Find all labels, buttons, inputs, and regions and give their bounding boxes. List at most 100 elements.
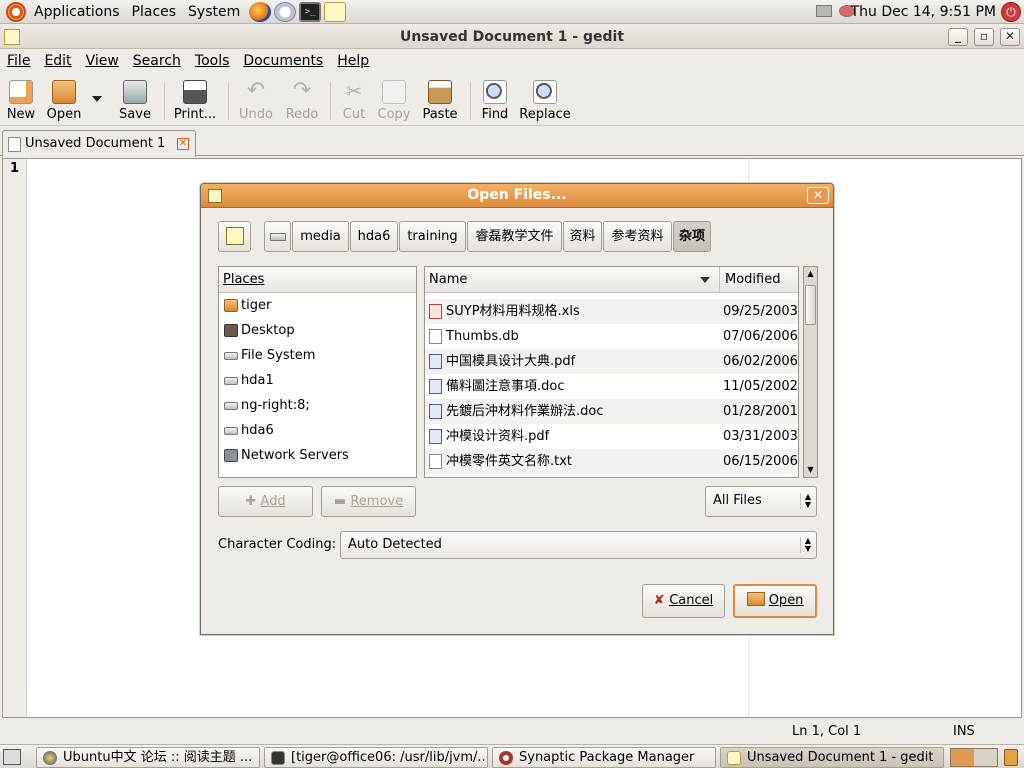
file-row[interactable]: 先鍍后沖材料作業辦法.doc 01/28/2001: [425, 399, 798, 424]
new-button[interactable]: New: [4, 74, 38, 124]
file-row[interactable]: 備料圖注意事項.doc 11/05/2002: [425, 374, 798, 399]
scroll-up-icon[interactable]: ▲: [805, 268, 816, 280]
window-titlebar[interactable]: Unsaved Document 1 - gedit _ ▫ ✕: [0, 25, 1024, 49]
text-file-icon: [429, 454, 442, 469]
character-coding-label: Character Coding:: [218, 537, 337, 552]
close-window-button[interactable]: ✕: [1000, 28, 1020, 46]
clipboard-icon: [428, 80, 452, 104]
breadcrumb-cankao-ziliao[interactable]: 参考资料: [603, 221, 672, 252]
maximize-button[interactable]: ▫: [974, 28, 994, 46]
place-tiger[interactable]: tiger: [219, 293, 416, 318]
menu-edit[interactable]: Edit: [37, 53, 78, 69]
text-editor-launcher-icon[interactable]: [324, 1, 347, 22]
file-filter-select[interactable]: All Files ▲ ▼: [705, 486, 817, 517]
printer-icon: [183, 80, 207, 104]
taskbar-item-gedit[interactable]: Unsaved Document 1 - gedit: [720, 747, 944, 768]
pdf-file-icon: [429, 354, 442, 369]
file-row[interactable]: SUYP材料用料规格.xls 09/25/2003: [425, 299, 798, 324]
file-list-scrollbar[interactable]: ▲ ▼: [803, 266, 818, 478]
minimize-button[interactable]: _: [948, 28, 968, 46]
modified-column-header[interactable]: Modified: [719, 267, 799, 293]
file-row[interactable]: Thumbs.db 07/06/2006: [425, 324, 798, 349]
top-panel: Applications Places System >_ Thu Dec 14…: [0, 0, 1024, 24]
places-menu[interactable]: Places: [126, 4, 183, 20]
network-tray-icon[interactable]: [816, 5, 832, 17]
show-desktop-icon[interactable]: [3, 749, 21, 765]
character-coding-select[interactable]: Auto Detected ▲ ▼: [340, 531, 817, 559]
breadcrumb-ruilei-teaching[interactable]: 睿磊教学文件: [467, 221, 562, 252]
menu-documents[interactable]: Documents: [236, 53, 330, 69]
menu-file[interactable]: File: [0, 53, 37, 69]
remove-bookmark-button[interactable]: ▬ Remove: [321, 486, 416, 517]
place-hda1[interactable]: hda1: [219, 368, 416, 393]
place-file-system[interactable]: File System: [219, 343, 416, 368]
paste-button[interactable]: Paste: [418, 74, 462, 124]
firefox-launcher-icon[interactable]: [249, 1, 272, 22]
power-icon[interactable]: ⏻: [1001, 2, 1021, 22]
scroll-down-icon[interactable]: ▼: [805, 464, 816, 476]
find-button[interactable]: Find: [478, 74, 512, 124]
breadcrumb-zaxiang-current[interactable]: 杂项: [673, 221, 711, 252]
new-document-icon: [9, 80, 33, 104]
breadcrumb-root-drive[interactable]: [264, 221, 291, 252]
terminal-launcher-icon[interactable]: >_: [299, 1, 322, 22]
menu-view[interactable]: View: [79, 53, 126, 69]
dialog-close-button[interactable]: ✕: [807, 187, 829, 204]
menu-help[interactable]: Help: [330, 53, 376, 69]
menu-search[interactable]: Search: [126, 53, 188, 69]
system-menu[interactable]: System: [182, 4, 246, 20]
open-button[interactable]: Open: [44, 74, 84, 124]
name-column-header[interactable]: Name: [429, 272, 467, 287]
copy-button[interactable]: Copy: [374, 74, 414, 124]
menu-tools[interactable]: Tools: [188, 53, 237, 69]
breadcrumb-ziliao[interactable]: 资料: [563, 221, 602, 252]
find-replace-icon: [533, 80, 557, 104]
breadcrumb-hda6[interactable]: hda6: [350, 221, 398, 252]
dialog-titlebar[interactable]: Open Files... ✕: [201, 184, 833, 208]
place-network-servers[interactable]: Network Servers: [219, 443, 416, 468]
file-row[interactable]: 冲模零件英文名称.txt 06/15/2006: [425, 449, 798, 474]
ubuntu-logo-icon[interactable]: [6, 1, 26, 22]
trash-icon[interactable]: [1004, 749, 1018, 766]
open-recent-dropdown[interactable]: [92, 74, 106, 124]
line-number: 1: [9, 161, 20, 176]
type-location-toggle[interactable]: [218, 221, 251, 252]
undo-button[interactable]: ↶ Undo: [236, 74, 276, 124]
document-file-icon: [429, 379, 442, 394]
add-bookmark-button[interactable]: ✚ Add: [218, 486, 313, 517]
minus-icon: ▬: [333, 494, 351, 509]
taskbar-item-terminal[interactable]: [tiger@office06: /usr/lib/jvm/...: [264, 747, 488, 768]
synaptic-icon: [499, 751, 513, 765]
place-hda6[interactable]: hda6: [219, 418, 416, 443]
scrollbar-thumb[interactable]: [805, 285, 816, 325]
breadcrumb-training[interactable]: training: [399, 221, 466, 252]
document-file-icon: [429, 404, 442, 419]
place-desktop[interactable]: Desktop: [219, 318, 416, 343]
applications-menu[interactable]: Applications: [28, 4, 126, 20]
cancel-button[interactable]: ✘ Cancel: [642, 584, 725, 618]
cut-button[interactable]: ✂ Cut: [338, 74, 370, 124]
places-header[interactable]: Places: [219, 267, 416, 293]
drive-icon: [224, 427, 238, 435]
terminal-icon: [271, 751, 285, 765]
close-tab-icon[interactable]: ✕: [177, 138, 189, 150]
tab-unsaved-document-1[interactable]: Unsaved Document 1 ✕: [2, 130, 196, 157]
taskbar-item-firefox[interactable]: Ubuntu中文 论坛 :: 阅读主题 ...: [36, 747, 260, 768]
workspace-switcher[interactable]: [950, 748, 998, 767]
file-row[interactable]: 中国模具设计大典.pdf 06/02/2006: [425, 349, 798, 374]
open-button-dialog[interactable]: Open: [733, 584, 817, 618]
clock[interactable]: Thu Dec 14, 9:51 PM: [851, 4, 996, 20]
spin-arrows-icon: ▲ ▼: [799, 493, 811, 509]
print-button[interactable]: Print...: [172, 74, 218, 124]
taskbar-item-synaptic[interactable]: Synaptic Package Manager: [492, 747, 716, 768]
file-row[interactable]: 冲模设计资料.pdf 03/31/2003: [425, 424, 798, 449]
drive-icon: [224, 377, 238, 385]
folder-open-icon: [52, 80, 76, 104]
save-button[interactable]: Save: [116, 74, 154, 124]
redo-button[interactable]: ↷ Redo: [282, 74, 322, 124]
place-ng-right[interactable]: ng-right:8;: [219, 393, 416, 418]
replace-button[interactable]: Replace: [518, 74, 572, 124]
gedit-window-icon[interactable]: [4, 29, 20, 45]
mail-launcher-icon[interactable]: [274, 1, 297, 22]
breadcrumb-media[interactable]: media: [292, 221, 349, 252]
